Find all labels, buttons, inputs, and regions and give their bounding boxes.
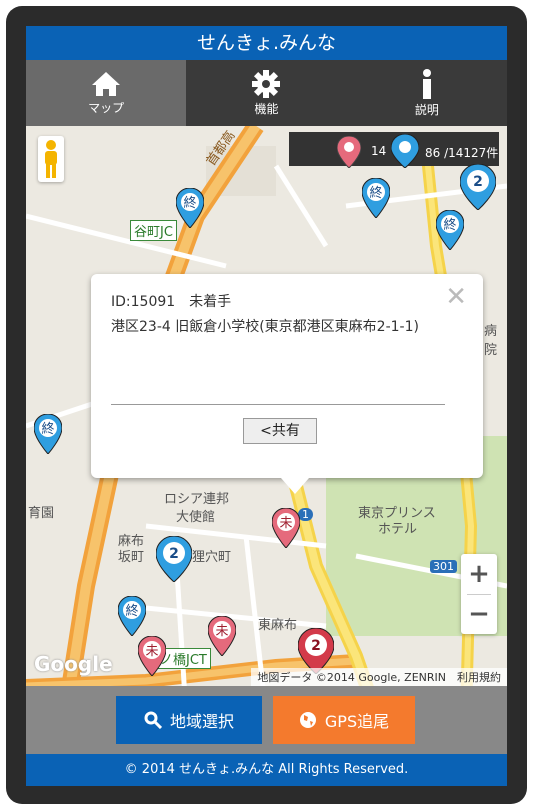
- popup-divider: [111, 404, 445, 405]
- map-label-rianana: 狸穴町: [192, 550, 232, 565]
- region-select-label: 地域選択: [169, 712, 234, 731]
- map-marker-finished[interactable]: 終: [436, 210, 464, 250]
- map-label-route301: 301: [430, 560, 457, 573]
- region-select-button[interactable]: 地域選択: [116, 696, 262, 744]
- tab-bar: マップ 機能 説明: [26, 60, 507, 126]
- svg-text:未: 未: [215, 624, 228, 639]
- street-view-pegman[interactable]: [38, 136, 64, 182]
- app-title: せんきょ.みんな: [26, 26, 507, 60]
- tab-about-label: 説明: [414, 102, 439, 117]
- zoom-divider: [467, 594, 491, 595]
- map-label-ikueen: 育園: [28, 506, 55, 521]
- popup-address: 港区23-4 旧飯倉小学校(東京都港区東麻布2-1-1): [111, 319, 419, 335]
- tab-about[interactable]: 説明: [347, 60, 507, 126]
- map-label-byoin: 病院: [484, 324, 498, 358]
- map-view[interactable]: 14 86 /14127件 谷町JC 首都高 ロシア連邦 大使館 麻布 坂町 狸…: [26, 126, 507, 714]
- popup-content: ID:15091 未着手 港区23-4 旧飯倉小学校(東京都港区東麻布2-1-1…: [111, 290, 441, 340]
- svg-text:終: 終: [125, 603, 138, 619]
- blue-count: 86 /14127件: [425, 146, 499, 160]
- svg-text:終: 終: [41, 421, 54, 437]
- map-marker-finished[interactable]: 終: [362, 178, 390, 218]
- blue-marker-icon: [391, 134, 419, 168]
- share-label: 共有: [271, 423, 300, 439]
- map-marker-finished[interactable]: 終: [34, 414, 62, 454]
- home-icon: [92, 71, 121, 96]
- map-label-higashiazabu: 東麻布: [258, 618, 298, 633]
- map-attribution[interactable]: 地図データ ©2014 Google, ZENRIN 利用規約: [251, 668, 507, 686]
- map-marker-finished[interactable]: 終: [176, 188, 204, 228]
- svg-text:2: 2: [169, 546, 179, 562]
- popup-tail: [281, 478, 309, 494]
- search-icon: [144, 711, 162, 729]
- map-marker-finished[interactable]: 終: [118, 596, 146, 636]
- map-marker-unstarted[interactable]: 未: [272, 508, 300, 548]
- map-label-tanimachi: 谷町JC: [130, 220, 177, 241]
- pink-marker-icon: [337, 136, 361, 168]
- footer-copyright: © 2014 せんきょ.みんな All Rights Reserved.: [26, 754, 507, 786]
- gps-follow-label: GPS追尾: [324, 712, 390, 731]
- gear-icon: [252, 69, 281, 98]
- globe-icon: [299, 712, 316, 728]
- tab-functions[interactable]: 機能: [186, 60, 346, 126]
- location-popup: ID:15091 未着手 港区23-4 旧飯倉小学校(東京都港区東麻布2-1-1…: [91, 274, 483, 494]
- zoom-in-button[interactable]: +: [461, 554, 497, 594]
- app-screen: せんきょ.みんな マップ 機能 説明 14 86 /14127件 谷町JC 首都…: [26, 26, 507, 786]
- info-icon: [422, 68, 431, 99]
- svg-text:2: 2: [473, 174, 483, 190]
- map-marker-cluster[interactable]: 2: [156, 536, 192, 582]
- tab-functions-label: 機能: [254, 101, 279, 116]
- tab-map[interactable]: マップ: [26, 60, 187, 126]
- map-label-russia: ロシア連邦: [164, 492, 230, 507]
- zoom-control: + −: [461, 554, 497, 634]
- svg-text:未: 未: [145, 644, 158, 659]
- svg-text:2: 2: [311, 638, 321, 654]
- map-label-route1: 1: [298, 508, 313, 521]
- map-marker-cluster[interactable]: 2: [460, 164, 496, 210]
- gps-follow-button[interactable]: GPS追尾: [273, 696, 415, 744]
- svg-text:未: 未: [279, 516, 292, 531]
- svg-text:終: 終: [369, 185, 382, 201]
- map-label-embassy: 大使館: [176, 510, 216, 525]
- zoom-out-button[interactable]: −: [461, 594, 497, 634]
- marker-counter: 14 86 /14127件: [289, 132, 499, 168]
- popup-id-status: ID:15091 未着手: [111, 294, 232, 310]
- bottom-bar: 地域選択 GPS追尾: [26, 686, 507, 754]
- tab-map-label: マップ: [88, 100, 125, 115]
- svg-text:終: 終: [183, 195, 196, 211]
- google-logo: Google: [34, 652, 113, 676]
- popup-close-button[interactable]: ✕: [445, 284, 467, 310]
- share-icon: <: [260, 423, 272, 439]
- map-marker-unstarted[interactable]: 未: [208, 616, 236, 656]
- svg-text:終: 終: [443, 217, 456, 233]
- share-button[interactable]: <共有: [243, 418, 317, 444]
- map-label-sakamachi: 坂町: [118, 550, 145, 565]
- map-label-hotel: ホテル: [378, 522, 418, 537]
- map-marker-unstarted[interactable]: 未: [138, 636, 166, 676]
- pegman-icon: [45, 140, 57, 178]
- pink-count: 14: [371, 144, 387, 158]
